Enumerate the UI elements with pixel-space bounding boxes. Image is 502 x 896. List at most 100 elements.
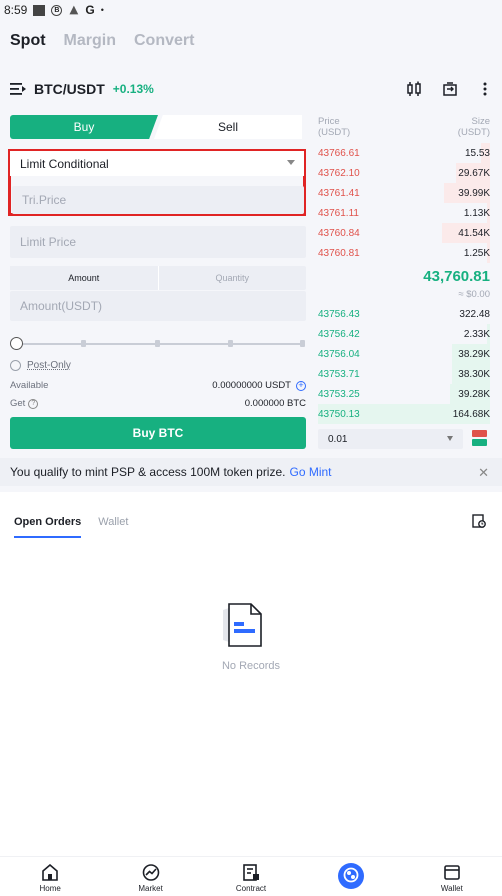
nav-market[interactable]: Market: [100, 857, 200, 896]
price-header: Price: [318, 116, 340, 127]
sell-tab[interactable]: Sell: [154, 115, 302, 139]
home-icon: [42, 864, 59, 881]
order-book-header: Price (USDT) Size (USDT): [318, 116, 490, 138]
ask-row[interactable]: 43761.41 39.99K: [318, 183, 490, 203]
percent-slider[interactable]: [10, 337, 305, 350]
transfer-icon[interactable]: [442, 81, 458, 97]
buy-tab[interactable]: Buy: [10, 115, 158, 139]
depth-value: 0.01: [328, 433, 348, 445]
notification-b-icon: B: [51, 4, 63, 16]
candlestick-chart-icon[interactable]: [406, 81, 422, 97]
amount-quantity-switch: Amount Quantity: [10, 266, 306, 290]
ask-row[interactable]: 43761.11 1.13K: [318, 203, 490, 223]
bid-size: 164.68K: [452, 408, 490, 420]
buy-sell-switch: Buy Sell: [10, 115, 306, 139]
pair-header: BTC/USDT +0.13%: [10, 78, 492, 100]
empty-document-icon: [223, 603, 262, 647]
status-bar: 8:59 B G •: [0, 0, 502, 20]
nav-home[interactable]: Home: [0, 857, 100, 896]
dot-icon: •: [100, 5, 104, 15]
ask-price: 43760.81: [318, 247, 360, 259]
order-type-value: Limit Conditional: [20, 156, 109, 171]
tab-wallet[interactable]: Wallet: [98, 516, 128, 538]
get-value: 0.000000 BTC: [244, 398, 306, 409]
bid-row[interactable]: 43756.04 38.29K: [318, 344, 490, 364]
close-icon[interactable]: ✕: [478, 465, 489, 481]
post-only-radio[interactable]: [10, 360, 21, 371]
tab-margin[interactable]: Margin: [64, 32, 116, 50]
bid-row[interactable]: 43750.13 164.68K: [318, 404, 490, 424]
order-type-select[interactable]: Limit Conditional: [10, 151, 304, 176]
price-unit: (USDT): [318, 127, 351, 138]
available-label: Available: [10, 380, 49, 391]
mode-tabs: Spot Margin Convert: [10, 32, 194, 50]
pair-menu-icon[interactable]: [10, 82, 26, 96]
quantity-tab[interactable]: Quantity: [159, 266, 307, 290]
caret-down-icon: [447, 436, 453, 441]
limit-price-input[interactable]: Limit Price: [10, 226, 306, 258]
orders-tabs: Open Orders Wallet: [14, 516, 128, 538]
nav-contract[interactable]: Contract: [201, 857, 301, 896]
nav-home-label: Home: [39, 884, 61, 893]
ask-size: 15.53: [464, 147, 490, 159]
help-icon[interactable]: ?: [28, 398, 39, 409]
ask-price: 43766.61: [318, 147, 360, 159]
depth-select[interactable]: 0.01: [318, 429, 463, 449]
tab-convert[interactable]: Convert: [134, 32, 194, 50]
amount-input[interactable]: Amount(USDT): [10, 291, 306, 321]
ask-size: 41.54K: [458, 227, 490, 239]
nav-contract-label: Contract: [235, 884, 267, 893]
nav-wallet[interactable]: Wallet: [402, 857, 502, 896]
contract-icon: [243, 864, 260, 881]
notification-square-icon: [33, 4, 46, 16]
ask-row[interactable]: 43762.10 29.67K: [318, 163, 490, 183]
bid-row[interactable]: 43756.43 322.48: [318, 304, 490, 324]
slider-tick[interactable]: [300, 340, 305, 347]
ask-row[interactable]: 43766.61 15.53: [318, 143, 490, 163]
slider-tick[interactable]: [81, 340, 86, 347]
nav-center[interactable]: [301, 857, 401, 896]
slider-knob[interactable]: [10, 337, 23, 350]
promo-text: You qualify to mint PSP & access 100M to…: [10, 465, 286, 479]
slider-tick[interactable]: [155, 340, 160, 347]
go-mint-link[interactable]: Go Mint: [289, 465, 331, 479]
caret-down-icon: [287, 160, 295, 165]
available-value: 0.00000000 USDT: [212, 380, 291, 391]
tab-open-orders[interactable]: Open Orders: [14, 516, 82, 538]
available-row: Available 0.00000000 USDT +: [10, 380, 306, 391]
promo-banner: You qualify to mint PSP & access 100M to…: [0, 458, 502, 486]
book-layout-icon[interactable]: [472, 430, 487, 446]
more-vertical-icon[interactable]: [478, 81, 492, 97]
bid-price: 43756.42: [318, 328, 360, 340]
bottom-nav: Home Market Contract Wallet: [0, 856, 502, 896]
bid-row[interactable]: 43756.42 2.33K: [318, 324, 490, 344]
ask-size: 29.67K: [458, 167, 490, 179]
ask-row[interactable]: 43760.81 1.25K: [318, 243, 490, 263]
slider-tick[interactable]: [228, 340, 233, 347]
trigger-price-input[interactable]: Tri.Price: [12, 186, 304, 214]
status-time: 8:59: [4, 3, 28, 17]
bid-size: 322.48: [459, 308, 490, 320]
ask-price: 43761.11: [318, 207, 359, 219]
pair-change: +0.13%: [112, 82, 154, 96]
ask-row[interactable]: 43760.84 41.54K: [318, 223, 490, 243]
bid-price: 43756.04: [318, 348, 360, 360]
nav-market-label: Market: [138, 884, 163, 893]
bid-row[interactable]: 43753.25 39.28K: [318, 384, 490, 404]
buy-btc-button[interactable]: Buy BTC: [10, 417, 306, 449]
tab-spot[interactable]: Spot: [10, 32, 46, 50]
add-funds-icon[interactable]: +: [296, 380, 306, 391]
bid-price: 43753.25: [318, 388, 360, 400]
google-icon: G: [85, 3, 95, 17]
center-logo-icon: [338, 863, 365, 889]
empty-state-text: No Records: [221, 660, 281, 672]
last-price-usd: ≈ $0.00: [458, 289, 490, 300]
pair-symbol[interactable]: BTC/USDT: [34, 81, 105, 97]
bid-size: 38.30K: [458, 368, 490, 380]
bid-size: 39.28K: [458, 388, 490, 400]
post-only-option[interactable]: Post-Only: [10, 360, 71, 371]
bid-row[interactable]: 43753.71 38.30K: [318, 364, 490, 384]
nav-wallet-label: Wallet: [440, 884, 463, 893]
amount-tab[interactable]: Amount: [10, 266, 159, 290]
order-history-icon[interactable]: [472, 514, 486, 528]
